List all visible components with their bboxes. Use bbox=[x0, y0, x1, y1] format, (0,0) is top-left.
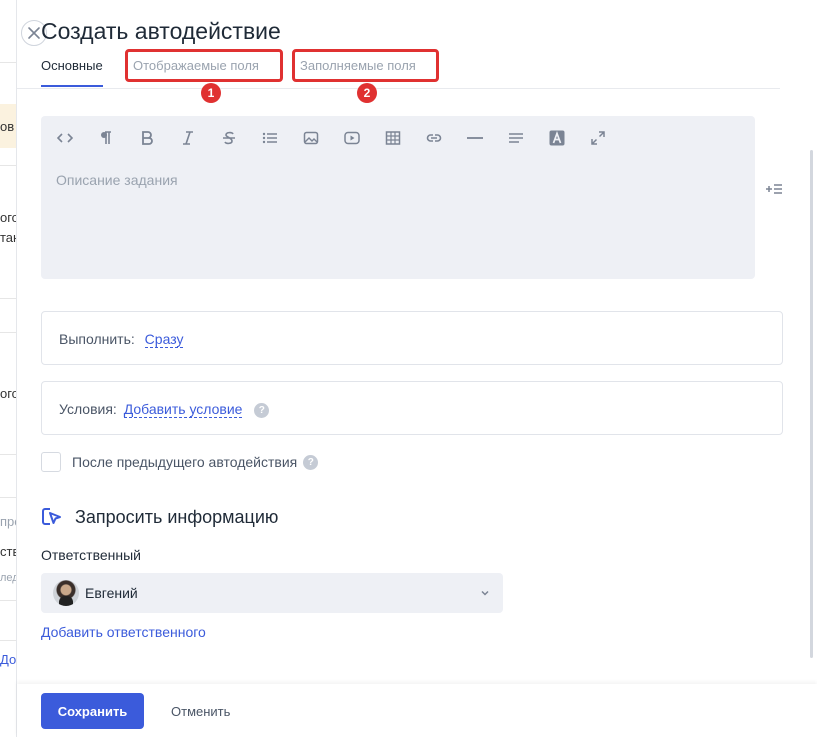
bold-button[interactable] bbox=[135, 128, 176, 148]
highlight-box-2 bbox=[292, 49, 439, 82]
close-icon bbox=[28, 27, 40, 39]
execute-box: Выполнить: Сразу bbox=[41, 311, 783, 365]
background-row: тан bbox=[0, 230, 16, 245]
conditions-label: Условия: bbox=[59, 401, 117, 417]
divider bbox=[0, 497, 16, 498]
divider bbox=[0, 640, 16, 641]
background-row: лед bbox=[0, 572, 17, 584]
italic-icon bbox=[183, 131, 193, 145]
add-condition-link[interactable]: Добавить условие bbox=[123, 401, 243, 418]
annotation-badge-1: 1 bbox=[201, 83, 221, 103]
help-icon[interactable]: ? bbox=[254, 402, 270, 418]
editor-toolbar bbox=[53, 128, 627, 148]
background-link: До bbox=[0, 652, 17, 667]
after-previous-row: После предыдущего автодействия ? bbox=[41, 452, 319, 472]
fullscreen-button[interactable] bbox=[586, 128, 627, 148]
help-icon[interactable]: ? bbox=[303, 454, 319, 470]
scrollbar[interactable] bbox=[810, 150, 813, 658]
after-previous-checkbox[interactable] bbox=[41, 452, 61, 472]
table-button[interactable] bbox=[381, 128, 422, 148]
background-row: ого bbox=[0, 210, 16, 225]
save-button[interactable]: Сохранить bbox=[41, 693, 144, 729]
text-color-icon bbox=[549, 130, 565, 146]
horizontal-rule-button[interactable] bbox=[463, 128, 504, 148]
divider bbox=[0, 62, 16, 63]
add-list-button[interactable] bbox=[765, 182, 783, 196]
code-icon bbox=[57, 133, 73, 143]
divider bbox=[0, 600, 16, 601]
execute-row: Выполнить: Сразу bbox=[59, 331, 184, 348]
tab-divider bbox=[17, 88, 780, 89]
background-row: ого bbox=[0, 386, 16, 401]
text-color-button[interactable] bbox=[545, 128, 586, 148]
avatar bbox=[53, 580, 79, 606]
table-icon bbox=[385, 131, 401, 145]
footer: Сохранить Отменить bbox=[17, 684, 817, 737]
highlight-box-1 bbox=[125, 49, 283, 82]
strikethrough-icon bbox=[223, 131, 235, 145]
bullet-list-icon bbox=[262, 132, 277, 144]
image-button[interactable] bbox=[299, 128, 340, 148]
paragraph-button[interactable] bbox=[94, 128, 135, 148]
divider bbox=[0, 298, 16, 299]
section-title: Запросить информацию bbox=[75, 506, 279, 527]
tab-main[interactable]: Основные bbox=[41, 56, 103, 87]
background-page: ов ого тан ого пре ств лед До bbox=[0, 0, 17, 737]
align-button[interactable] bbox=[504, 128, 545, 148]
conditions-row: Условия: Добавить условие ? bbox=[59, 401, 270, 418]
request-info-section: Запросить информацию bbox=[41, 506, 278, 528]
responsible-select[interactable]: Евгений bbox=[41, 573, 503, 613]
cancel-button[interactable]: Отменить bbox=[171, 704, 230, 719]
background-row: ов bbox=[0, 104, 16, 148]
cursor-click-icon bbox=[42, 508, 61, 525]
video-button[interactable] bbox=[340, 128, 381, 148]
code-button[interactable] bbox=[53, 128, 94, 148]
chevron-down-icon bbox=[481, 590, 489, 596]
editor-placeholder: Описание задания bbox=[56, 172, 178, 188]
paragraph-icon bbox=[101, 131, 111, 144]
responsible-label: Ответственный bbox=[41, 547, 141, 563]
execute-timing-link[interactable]: Сразу bbox=[144, 331, 184, 348]
image-icon bbox=[303, 131, 319, 145]
divider bbox=[0, 165, 16, 166]
add-responsible-link[interactable]: Добавить ответственного bbox=[41, 624, 206, 640]
horizontal-rule-icon bbox=[467, 137, 483, 139]
bullet-list-button[interactable] bbox=[258, 128, 299, 148]
bold-icon bbox=[142, 131, 153, 145]
align-icon bbox=[509, 133, 523, 143]
plus-list-icon bbox=[766, 184, 782, 194]
video-icon bbox=[344, 131, 360, 145]
annotation-badge-2: 2 bbox=[357, 83, 377, 103]
divider bbox=[0, 332, 16, 333]
strikethrough-button[interactable] bbox=[217, 128, 258, 148]
page-title: Создать автодействие bbox=[41, 18, 281, 44]
description-editor[interactable]: Описание задания bbox=[41, 116, 755, 279]
after-previous-label: После предыдущего автодействия bbox=[72, 454, 298, 470]
responsible-value: Евгений bbox=[85, 585, 138, 601]
link-icon bbox=[426, 134, 442, 142]
fullscreen-icon bbox=[591, 131, 605, 145]
background-row: ств bbox=[0, 544, 16, 559]
divider bbox=[0, 454, 16, 455]
italic-button[interactable] bbox=[176, 128, 217, 148]
conditions-box: Условия: Добавить условие ? bbox=[41, 381, 783, 435]
link-button[interactable] bbox=[422, 128, 463, 148]
background-row: пре bbox=[0, 514, 16, 529]
create-automation-panel: Создать автодействие Основные Отображаем… bbox=[17, 0, 817, 737]
execute-label: Выполнить: bbox=[59, 331, 135, 347]
